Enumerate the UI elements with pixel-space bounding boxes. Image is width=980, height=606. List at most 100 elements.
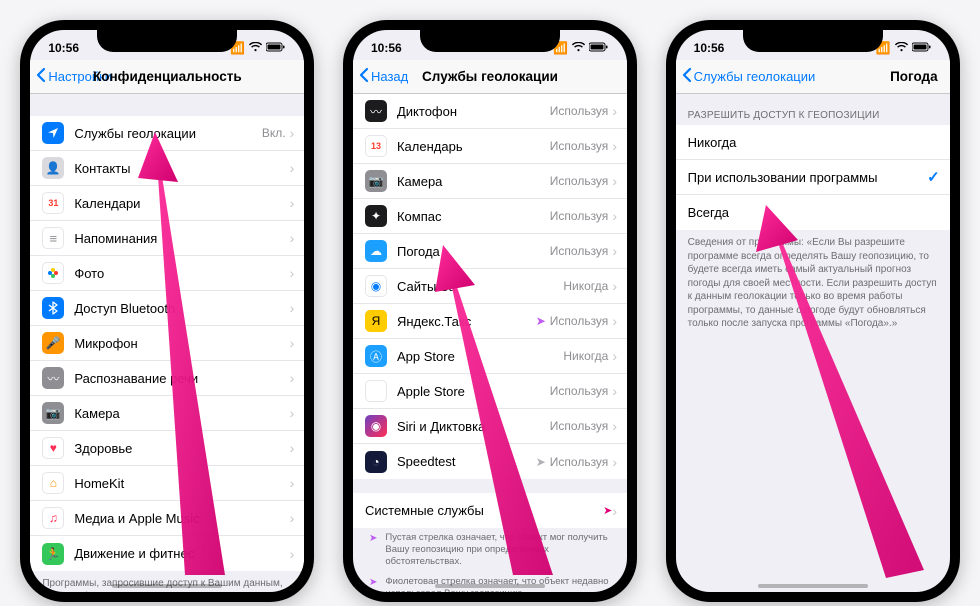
chevron-right-icon: › <box>290 265 295 281</box>
navbar: Назад Службы геолокации <box>353 60 627 94</box>
screen: 10:56 📶 Назад Службы геолокации 〰 Диктоф… <box>353 30 627 592</box>
applestore-icon <box>365 380 387 402</box>
row-label: Медиа и Apple Music <box>74 511 289 526</box>
calendar-icon: 31 <box>42 192 64 214</box>
permission-list: Никогда При использовании программы ✓ Вс… <box>676 125 950 230</box>
chevron-right-icon: › <box>290 125 295 141</box>
row-label: Камера <box>397 174 550 189</box>
contacts-icon: 👤 <box>42 157 64 179</box>
status-time: 10:56 <box>694 41 725 55</box>
phone-privacy: 10:56 📶 Настройки Конфиденциальность <box>20 20 314 602</box>
row-label: Siri и Диктовка <box>397 419 550 434</box>
location-icon <box>42 122 64 144</box>
yandex-icon: Я <box>365 310 387 332</box>
row-label: App Store <box>397 349 563 364</box>
scroll-area[interactable]: 〰 Диктофон Используя › 13 Календарь Испо… <box>353 94 627 592</box>
row-motion[interactable]: 🏃 Движение и фитнес › <box>30 536 304 571</box>
row-media[interactable]: ♫ Медиа и Apple Music › <box>30 501 304 536</box>
chevron-right-icon: › <box>612 138 617 154</box>
wifi-icon <box>572 41 585 55</box>
siri-icon: ◉ <box>365 415 387 437</box>
calendar-icon: 13 <box>365 135 387 157</box>
past-location-icon: ➤ <box>536 455 546 469</box>
row-label: Микрофон <box>74 336 289 351</box>
row-reminders[interactable]: ≡ Напоминания › <box>30 221 304 256</box>
row-voice-memos[interactable]: 〰 Диктофон Используя › <box>353 94 627 129</box>
phone-weather-permission: 10:56 📶 Службы геолокации Погода РАЗРЕШИ… <box>666 20 960 602</box>
compass-icon: ✦ <box>365 205 387 227</box>
chevron-right-icon: › <box>290 370 295 386</box>
row-safari[interactable]: ◉ Сайты Sa Никогда › <box>353 269 627 304</box>
row-detail: Используя <box>550 209 609 223</box>
chevron-right-icon: › <box>290 230 295 246</box>
row-label: Движение и фитнес <box>74 546 289 561</box>
scroll-area[interactable]: Службы геолокации Вкл. › 👤 Контакты › 31… <box>30 94 304 592</box>
photos-icon <box>42 262 64 284</box>
row-health[interactable]: ♥ Здоровье › <box>30 431 304 466</box>
chevron-right-icon: › <box>612 503 617 519</box>
home-indicator <box>112 584 222 588</box>
checkmark-icon: ✓ <box>927 168 940 186</box>
row-applestore[interactable]: Apple Store Используя › <box>353 374 627 409</box>
row-label: Календари <box>74 196 289 211</box>
row-appstore[interactable]: Ⓐ App Store Никогда › <box>353 339 627 374</box>
music-icon: ♫ <box>42 507 64 529</box>
row-never[interactable]: Никогда <box>676 125 950 160</box>
scroll-area[interactable]: РАЗРЕШИТЬ ДОСТУП К ГЕОПОЗИЦИИ Никогда Пр… <box>676 94 950 592</box>
home-indicator <box>435 584 545 588</box>
row-while-using[interactable]: При использовании программы ✓ <box>676 160 950 195</box>
bluetooth-icon <box>42 297 64 319</box>
row-detail: Никогда <box>563 279 608 293</box>
row-photos[interactable]: Фото › <box>30 256 304 291</box>
chevron-right-icon: › <box>290 405 295 421</box>
status-icons: 📶 <box>230 41 286 55</box>
status-time: 10:56 <box>48 41 79 55</box>
row-label: Компас <box>397 209 550 224</box>
row-label: Доступ Bluetooth <box>74 301 289 316</box>
row-detail: Используя <box>550 139 609 153</box>
arrow-hollow-icon: ➤ <box>369 533 377 546</box>
row-label: Службы геолокации <box>74 126 262 141</box>
row-siri[interactable]: ◉ Siri и Диктовка Используя › <box>353 409 627 444</box>
nav-title: Погода <box>890 69 938 84</box>
battery-icon <box>912 41 932 55</box>
row-microphone[interactable]: 🎤 Микрофон › <box>30 326 304 361</box>
battery-icon <box>266 41 286 55</box>
system-list: Системные службы ➤ › <box>353 493 627 528</box>
chevron-right-icon: › <box>290 510 295 526</box>
row-system-services[interactable]: Системные службы ➤ › <box>353 493 627 528</box>
row-homekit[interactable]: ⌂ HomeKit › <box>30 466 304 501</box>
microphone-icon: 🎤 <box>42 332 64 354</box>
chevron-right-icon: › <box>612 313 617 329</box>
row-bluetooth[interactable]: Доступ Bluetooth › <box>30 291 304 326</box>
row-label: Speedtest <box>397 454 536 469</box>
row-speech[interactable]: 〰 Распознавание речи › <box>30 361 304 396</box>
row-speedtest[interactable]: ◔ Speedtest ➤ Используя › <box>353 444 627 479</box>
row-detail: Используя <box>550 244 609 258</box>
row-label: Всегда <box>688 205 940 220</box>
row-calendars[interactable]: 31 Календари › <box>30 186 304 221</box>
row-location-services[interactable]: Службы геолокации Вкл. › <box>30 116 304 151</box>
row-contacts[interactable]: 👤 Контакты › <box>30 151 304 186</box>
row-camera[interactable]: 📷 Камера › <box>30 396 304 431</box>
appstore-icon: Ⓐ <box>365 345 387 367</box>
row-weather[interactable]: ☁ Погода Используя › <box>353 234 627 269</box>
chevron-right-icon: › <box>290 475 295 491</box>
back-button[interactable]: Назад <box>359 67 408 86</box>
row-calendar[interactable]: 13 Календарь Используя › <box>353 129 627 164</box>
row-label: Напоминания <box>74 231 289 246</box>
location-arrow-icon: ➤ <box>603 504 612 517</box>
row-camera[interactable]: 📷 Камера Используя › <box>353 164 627 199</box>
wifi-icon <box>895 41 908 55</box>
chevron-right-icon: › <box>290 160 295 176</box>
row-detail: Никогда <box>563 349 608 363</box>
row-yandex[interactable]: Я Яндекс.Такс ➤ Используя › <box>353 304 627 339</box>
legend-text: Пустая стрелка означает, что объект мог … <box>385 532 615 568</box>
back-button[interactable]: Службы геолокации <box>682 67 808 86</box>
nav-title: Службы геолокации <box>422 69 558 84</box>
footer-text: Сведения от программы: «Если Вы разрешит… <box>676 230 950 341</box>
chevron-right-icon: › <box>290 335 295 351</box>
row-always[interactable]: Всегда <box>676 195 950 230</box>
row-label: Календарь <box>397 139 550 154</box>
row-compass[interactable]: ✦ Компас Используя › <box>353 199 627 234</box>
